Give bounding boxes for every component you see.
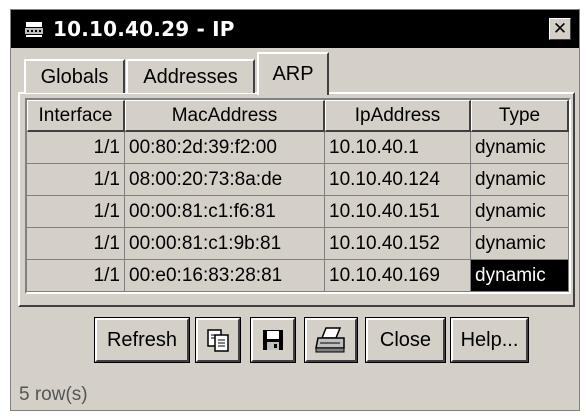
table-row[interactable]: 1/1 00:80:2d:39:f2:00 10.10.40.1 dynamic (27, 132, 569, 164)
cell-ip[interactable]: 10.10.40.124 (325, 164, 471, 196)
refresh-button[interactable]: Refresh (94, 317, 190, 363)
cell-mac[interactable]: 00:e0:16:83:28:81 (125, 260, 325, 292)
cell-interface[interactable]: 1/1 (27, 132, 125, 164)
cell-ip[interactable]: 10.10.40.1 (325, 132, 471, 164)
cell-mac[interactable]: 00:80:2d:39:f2:00 (125, 132, 325, 164)
tab-addresses[interactable]: Addresses (126, 59, 255, 93)
tab-arp[interactable]: ARP (257, 52, 329, 95)
arp-table: Interface MacAddress IpAddress Type 1/1 … (25, 98, 571, 294)
table-row[interactable]: 1/1 00:00:81:c1:f6:81 10.10.40.151 dynam… (27, 196, 569, 228)
cell-type[interactable]: dynamic (471, 196, 569, 228)
cell-type-selected[interactable]: dynamic (471, 260, 569, 292)
table-row[interactable]: 1/1 08:00:20:73:8a:de 10.10.40.124 dynam… (27, 164, 569, 196)
cell-interface[interactable]: 1/1 (27, 228, 125, 260)
cell-mac[interactable]: 00:00:81:c1:f6:81 (125, 196, 325, 228)
cell-mac[interactable]: 00:00:81:c1:9b:81 (125, 228, 325, 260)
column-header-ipaddress[interactable]: IpAddress (325, 100, 471, 132)
cell-mac[interactable]: 08:00:20:73:8a:de (125, 164, 325, 196)
close-button[interactable]: Close (365, 317, 446, 363)
table-row[interactable]: 1/1 00:e0:16:83:28:81 10.10.40.169 dynam… (27, 260, 569, 292)
cell-interface[interactable]: 1/1 (27, 164, 125, 196)
save-button[interactable] (250, 317, 296, 363)
cell-type[interactable]: dynamic (471, 228, 569, 260)
help-button[interactable]: Help... (450, 317, 529, 363)
window-title: 10.10.40.29 - IP (53, 17, 235, 41)
close-window-button[interactable]: ✕ (549, 18, 571, 40)
column-header-type[interactable]: Type (471, 100, 569, 132)
cell-ip[interactable]: 10.10.40.152 (325, 228, 471, 260)
row-count-status: 5 row(s) (19, 384, 88, 405)
cell-interface[interactable]: 1/1 (27, 196, 125, 228)
cell-type[interactable]: dynamic (471, 164, 569, 196)
copy-icon (207, 329, 229, 352)
print-icon (315, 327, 345, 353)
table-header-row: Interface MacAddress IpAddress Type (27, 100, 569, 132)
tab-globals[interactable]: Globals (24, 59, 125, 93)
title-bar[interactable]: 10.10.40.29 - IP ✕ (11, 10, 579, 48)
column-header-macaddress[interactable]: MacAddress (125, 100, 325, 132)
column-header-interface[interactable]: Interface (27, 100, 125, 132)
cell-type[interactable]: dynamic (471, 132, 569, 164)
save-icon (263, 330, 283, 350)
cell-ip[interactable]: 10.10.40.151 (325, 196, 471, 228)
ip-window: 10.10.40.29 - IP ✕ Globals Addresses ARP… (10, 9, 580, 411)
cell-ip[interactable]: 10.10.40.169 (325, 260, 471, 292)
print-button[interactable] (304, 317, 358, 363)
table-row[interactable]: 1/1 00:00:81:c1:9b:81 10.10.40.152 dynam… (27, 228, 569, 260)
copy-button[interactable] (195, 317, 241, 363)
device-icon (25, 22, 43, 37)
cell-interface[interactable]: 1/1 (27, 260, 125, 292)
